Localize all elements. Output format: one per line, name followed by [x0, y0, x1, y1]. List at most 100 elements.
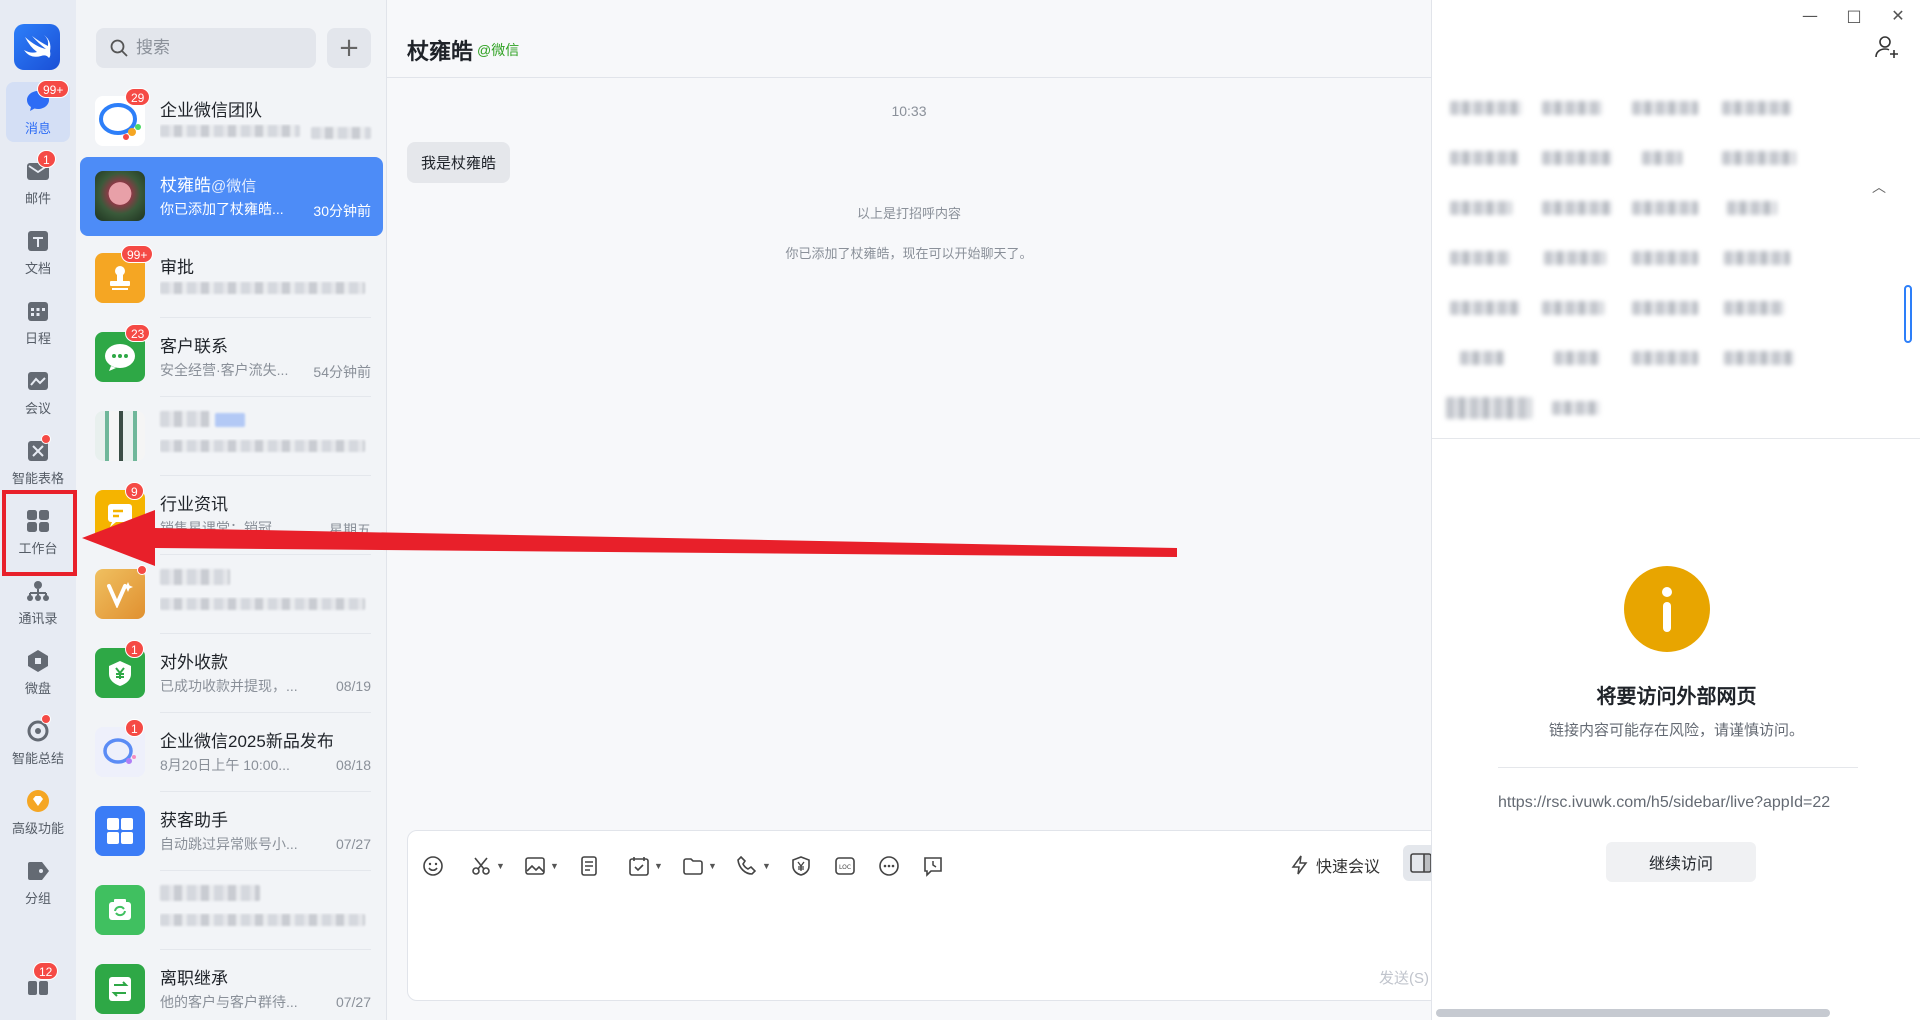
unread-dot [137, 565, 147, 575]
rail-item-contacts[interactable]: 通讯录 [6, 572, 70, 632]
stamp-icon [110, 266, 130, 290]
location-button[interactable]: LOC [834, 853, 856, 879]
rail-item-messages[interactable]: 99+ 消息 [6, 79, 70, 142]
app-window: 99+ 消息 1 邮件 文档 日程 会议 智能表格 工作台 通讯录 微盘 智能总… [0, 0, 1920, 1020]
conversation-preview: 已成功收款并提现，... [160, 678, 298, 694]
document-button[interactable] [578, 853, 600, 879]
minimize-button[interactable]: — [1788, 0, 1832, 30]
launch-event-avatar: 1 [95, 719, 145, 777]
rail-label: 分组 [24, 890, 51, 906]
rail-label: 日程 [24, 330, 51, 346]
rail-item-smart-summary[interactable]: 智能总结 [6, 712, 70, 772]
document-icon [25, 228, 51, 254]
chat-title[interactable]: 杖雍皓 [407, 34, 473, 66]
screenshot-button[interactable]: ▼ [470, 853, 505, 879]
unread-badge: 99+ [121, 245, 154, 263]
chat-history-button[interactable] [922, 853, 944, 879]
folder-icon [683, 858, 703, 875]
blurred-text [1632, 301, 1698, 315]
rail-label: 智能表格 [11, 470, 64, 486]
sparkle-v-icon [107, 582, 133, 608]
add-user-icon [1875, 36, 1898, 58]
transfer-doc-icon [109, 977, 131, 1001]
todo-button[interactable]: ▼ [628, 853, 663, 879]
conversation-item[interactable]: 9 行业资讯 销售星课堂：销冠说... 星期五 [80, 476, 383, 555]
horizontal-scrollbar[interactable] [1436, 1009, 1830, 1017]
rail-item-groups[interactable]: 分组 [6, 852, 70, 912]
conversation-name [160, 885, 260, 906]
continue-visit-button[interactable]: 继续访问 [1606, 842, 1756, 882]
conversation-name: 杖雍皓@微信 [160, 171, 256, 196]
sidebar-webview-panel: — □ ✕ ︿ 将要访问外部网页 链接内容可能存在风险，请谨慎访问。 https… [1431, 0, 1920, 1020]
emoji-button[interactable] [422, 853, 444, 879]
sidebar-panel-icon [1410, 853, 1432, 873]
svg-text:LOC: LOC [839, 864, 851, 871]
send-button[interactable]: 发送(S) [1379, 967, 1429, 988]
blurred-text [1724, 301, 1784, 315]
message-composer[interactable]: ▼ ▼ ▼ ▼ ▼ LOC 快速会议 发送(S) [407, 830, 1446, 1001]
quick-meeting-label: 快速会议 [1316, 859, 1381, 876]
close-button[interactable]: ✕ [1876, 0, 1920, 30]
red-packet-button[interactable] [790, 853, 812, 879]
rail-item-smart-sheet[interactable]: 智能表格 [6, 432, 70, 492]
blurred-text [1727, 201, 1777, 215]
call-button[interactable]: ▼ [736, 853, 771, 879]
rail-label: 高级功能 [11, 820, 64, 836]
conversation-item[interactable]: 1 企业微信2025新品发布 8月20日上午 10:00... 08/18 [80, 713, 383, 792]
blurred-text [1544, 251, 1606, 265]
conversation-item[interactable] [80, 555, 383, 634]
refresh-box-icon [109, 899, 131, 920]
search-input[interactable] [136, 38, 306, 58]
conversation-item[interactable]: 29 企业微信团队 [80, 82, 383, 161]
conversation-name: 离职继承 [160, 969, 228, 988]
conversation-preview: 自动跳过异常账号小... [160, 836, 298, 852]
highlight-box [2, 490, 77, 576]
vertical-scrollbar[interactable] [1904, 285, 1912, 343]
conversation-item[interactable]: 获客助手 自动跳过异常账号小... 07/27 [80, 792, 383, 871]
blurred-text [1446, 397, 1532, 419]
rail-item-meeting[interactable]: 会议 [6, 362, 70, 422]
conversation-item[interactable]: 23 客户联系 安全经营·客户流失... 54分钟前 [80, 318, 383, 397]
approval-avatar: 99+ [95, 245, 154, 303]
file-button[interactable]: ▼ [682, 853, 717, 879]
maximize-button[interactable]: □ [1832, 0, 1876, 30]
message-bubble[interactable]: 我是杖雍皓 [407, 142, 511, 183]
add-member-button[interactable] [1874, 34, 1900, 65]
conversation-time: 星期五 [329, 522, 371, 538]
collapse-chevron-icon[interactable]: ︿ [1872, 177, 1886, 197]
wechat-source-tag: @微信 [477, 42, 520, 58]
conversation-item-active[interactable]: 杖雍皓@微信 你已添加了杖雍皓... 30分钟前 [80, 157, 383, 236]
app-logo[interactable] [14, 24, 60, 70]
search-box[interactable] [96, 28, 316, 68]
yuan-shield-icon [109, 661, 131, 686]
conversation-preview [160, 124, 310, 140]
rail-item-drive[interactable]: 微盘 [6, 642, 70, 702]
conversation-item[interactable]: 1 对外收款 已成功收款并提现，... 08/19 [80, 634, 383, 713]
add-button[interactable]: + [327, 28, 371, 68]
blurred-text [1542, 101, 1602, 115]
conversation-name: 企业微信2025新品发布 [160, 732, 334, 751]
grid-apps-icon [107, 818, 133, 844]
conversation-item[interactable]: 99+ 审批 [80, 239, 383, 318]
conversation-item[interactable] [80, 871, 383, 950]
quick-meeting-button[interactable]: 快速会议 [1290, 847, 1380, 883]
rail-item-advanced[interactable]: 高级功能 [6, 782, 70, 842]
blurred-text [1542, 301, 1604, 315]
conversation-name: 企业微信团队 [160, 101, 262, 120]
info-warning-icon [1624, 566, 1710, 652]
rail-item-calendar[interactable]: 日程 [6, 292, 70, 352]
rail-item-mail[interactable]: 1 邮件 [6, 149, 70, 212]
smart-sheet-dot [41, 433, 51, 444]
rail-item-docs[interactable]: 文档 [6, 222, 70, 282]
conversation-name: 获客助手 [160, 811, 228, 830]
rail-item-more-apps[interactable]: 12 [6, 955, 70, 1015]
group-avatar [95, 411, 145, 461]
conversation-item[interactable]: 离职继承 他的客户与客户群待... 07/27 [80, 950, 383, 1020]
chat-header: 杖雍皓 @微信 [387, 0, 1431, 78]
message-timestamp: 10:33 [891, 103, 927, 119]
contact-name: 杖雍皓 [160, 176, 211, 195]
image-button[interactable]: ▼ [524, 853, 559, 879]
conversation-time: 08/18 [335, 757, 371, 773]
conversation-item[interactable] [80, 397, 383, 476]
more-button[interactable] [878, 853, 900, 879]
